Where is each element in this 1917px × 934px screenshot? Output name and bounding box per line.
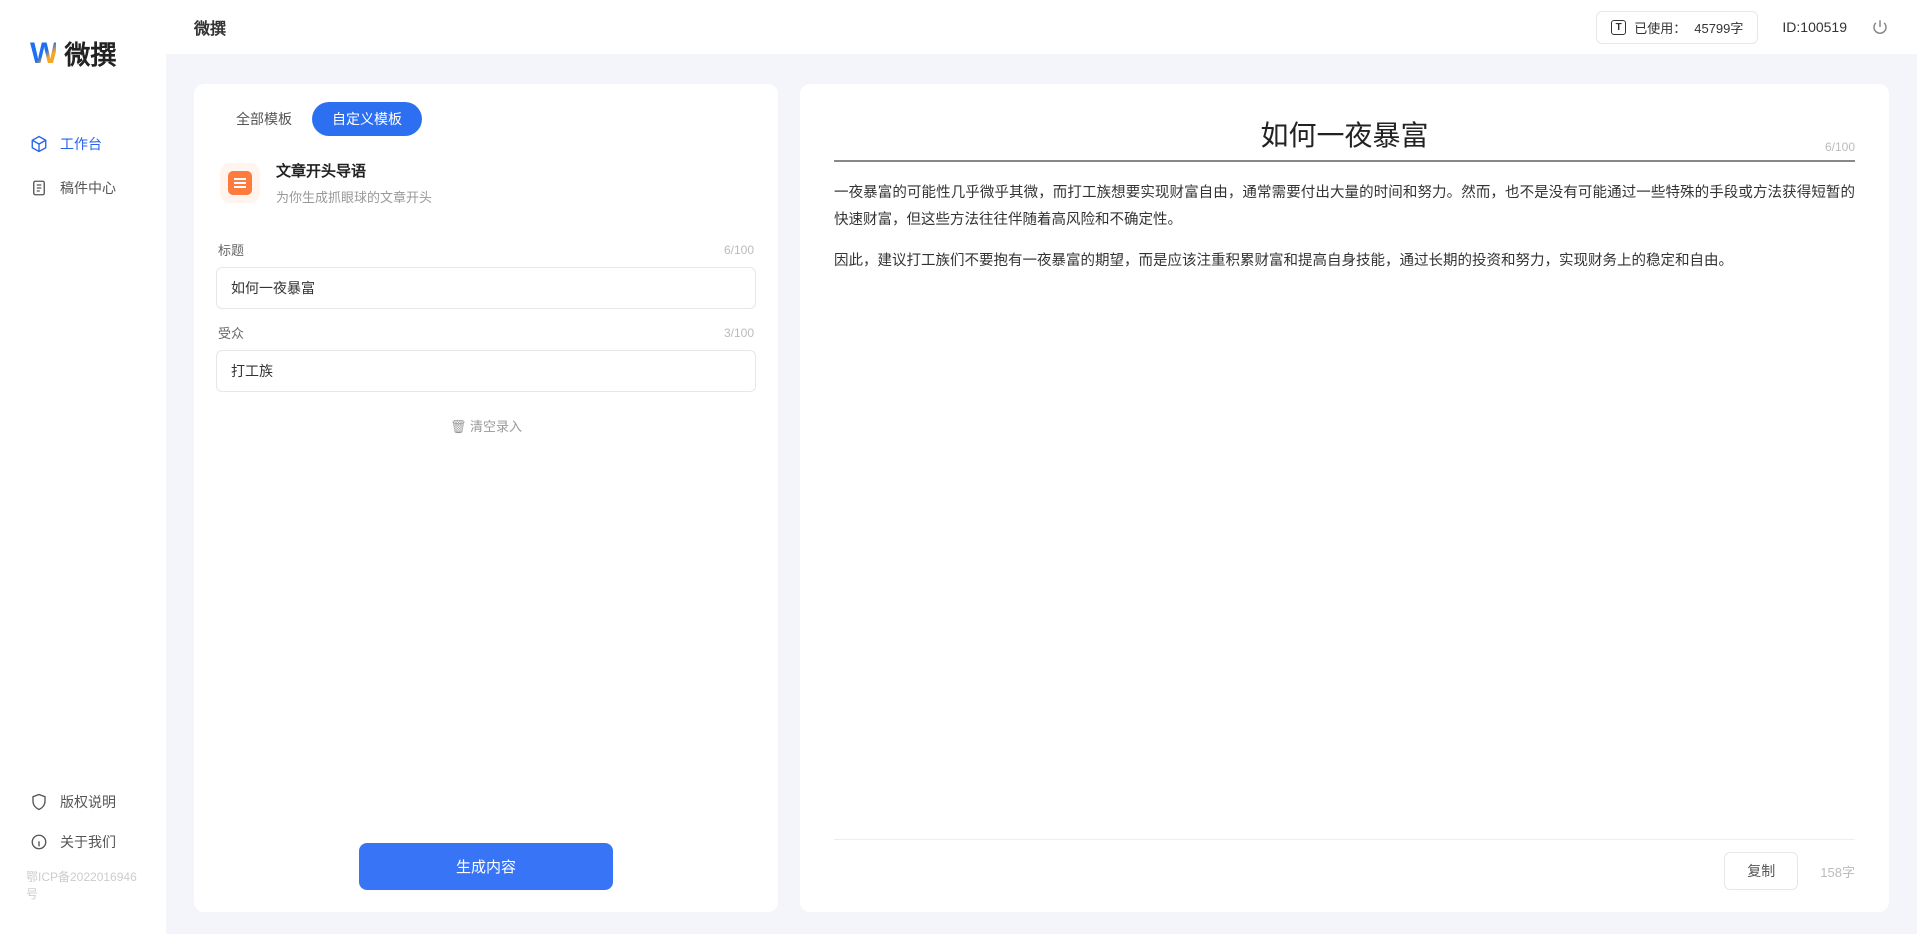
nav-item-drafts[interactable]: 稿件中心: [0, 166, 166, 210]
tab-all-templates[interactable]: 全部模板: [216, 102, 312, 136]
audience-input[interactable]: [216, 350, 756, 392]
nav-label: 工作台: [60, 134, 102, 154]
topbar-right: T 已使用： 45799字 ID:100519: [1596, 11, 1889, 44]
user-id: ID:100519: [1782, 19, 1847, 35]
document-icon: [30, 179, 48, 197]
result-panel: 如何一夜暴富 6/100 一夜暴富的可能性几乎微乎其微，而打工族想要实现财富自由…: [800, 84, 1889, 912]
result-title: 如何一夜暴富: [834, 114, 1855, 154]
word-count: 158字: [1820, 862, 1855, 881]
template-header: 文章开头导语 为你生成抓眼球的文章开头: [216, 136, 756, 226]
cube-icon: [30, 135, 48, 153]
generate-button[interactable]: 生成内容: [359, 843, 613, 890]
title-input[interactable]: [216, 267, 756, 309]
result-paragraph: 因此，建议打工族们不要抱有一夜暴富的期望，而是应该注重积累财富和提高自身技能，通…: [834, 248, 1855, 275]
topbar: 微撰 T 已使用： 45799字 ID:100519: [166, 0, 1917, 54]
result-footer: 复制 158字: [834, 839, 1855, 890]
tab-custom-template[interactable]: 自定义模板: [312, 102, 422, 136]
sidebar: W 微撰 工作台 稿件中心 版权说明 关于我们: [0, 0, 166, 934]
footer-about[interactable]: 关于我们: [0, 822, 166, 862]
audience-field-group: 受众 3/100: [216, 323, 756, 392]
template-icon: [220, 163, 260, 203]
title-label: 标题: [218, 240, 244, 259]
usage-badge[interactable]: T 已使用： 45799字: [1596, 11, 1758, 44]
nav-label: 稿件中心: [60, 178, 116, 198]
footer-label: 版权说明: [60, 792, 116, 812]
page-title: 微撰: [194, 15, 226, 39]
usage-label: 已使用：: [1634, 18, 1686, 37]
footer-label: 关于我们: [60, 832, 116, 852]
template-title: 文章开头导语: [276, 160, 432, 181]
nav-menu: 工作台 稿件中心: [0, 102, 166, 782]
result-title-count: 6/100: [1825, 140, 1855, 154]
footer-copyright[interactable]: 版权说明: [0, 782, 166, 822]
audience-count: 3/100: [724, 326, 754, 340]
icp-text: 鄂ICP备2022016946号: [0, 862, 166, 914]
input-panel: 全部模板 自定义模板 文章开头导语 为你生成抓眼球的文章开头 标题 6/100 …: [194, 84, 778, 912]
audience-label: 受众: [218, 323, 244, 342]
usage-value: 45799字: [1694, 18, 1743, 37]
main-area: 全部模板 自定义模板 文章开头导语 为你生成抓眼球的文章开头 标题 6/100 …: [166, 54, 1917, 934]
logo-text: 微撰: [64, 35, 116, 72]
nav-item-workspace[interactable]: 工作台: [0, 122, 166, 166]
power-icon[interactable]: [1871, 18, 1889, 36]
result-body: 一夜暴富的可能性几乎微乎其微，而打工族想要实现财富自由，通常需要付出大量的时间和…: [834, 180, 1855, 274]
footer-menu: 版权说明 关于我们 鄂ICP备2022016946号: [0, 782, 166, 934]
template-subtitle: 为你生成抓眼球的文章开头: [276, 187, 432, 206]
text-icon: T: [1611, 20, 1626, 35]
logo-icon: W: [30, 37, 56, 71]
template-tabs: 全部模板 自定义模板: [216, 102, 756, 136]
clear-inputs-button[interactable]: 🗑 清空录入: [216, 416, 756, 435]
shield-icon: [30, 793, 48, 811]
title-field-group: 标题 6/100: [216, 240, 756, 309]
result-title-row: 如何一夜暴富 6/100: [834, 114, 1855, 162]
info-icon: [30, 833, 48, 851]
result-paragraph: 一夜暴富的可能性几乎微乎其微，而打工族想要实现财富自由，通常需要付出大量的时间和…: [834, 180, 1855, 234]
logo: W 微撰: [0, 0, 166, 102]
title-count: 6/100: [724, 243, 754, 257]
copy-button[interactable]: 复制: [1724, 852, 1798, 890]
